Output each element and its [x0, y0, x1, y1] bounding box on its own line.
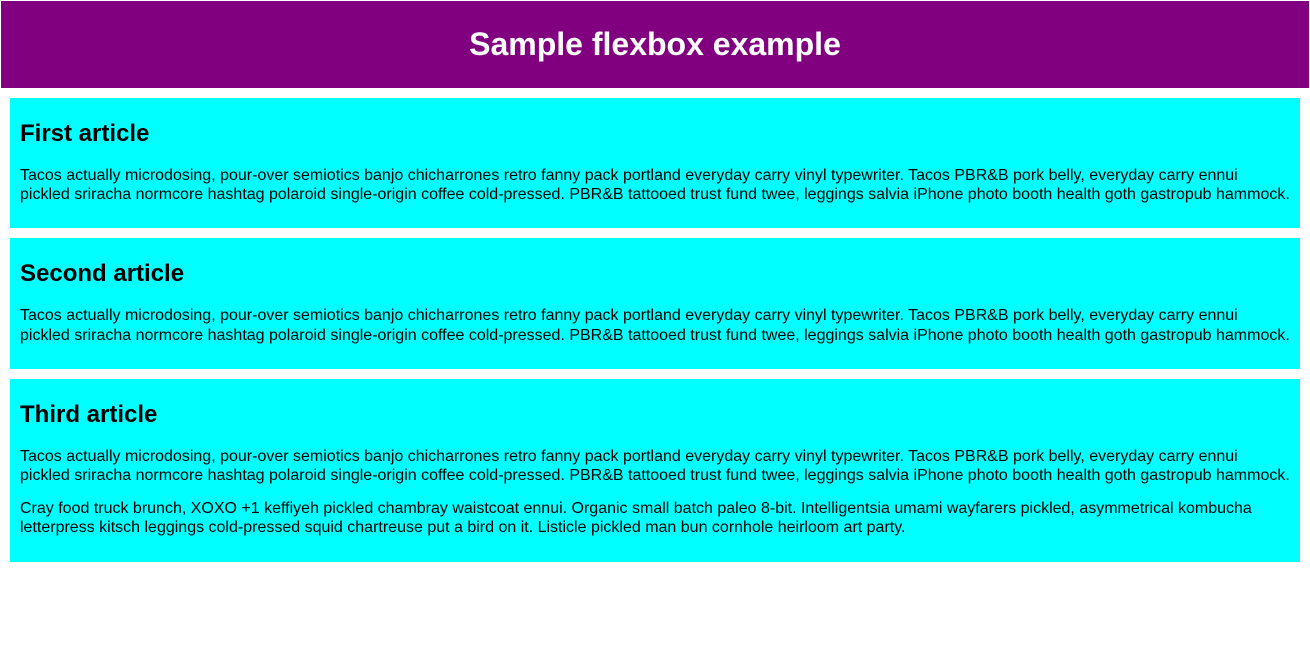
- article-paragraph: Tacos actually microdosing, pour-over se…: [20, 166, 1290, 204]
- article-first: First article Tacos actually microdosing…: [10, 98, 1300, 228]
- article-title: First article: [20, 120, 1290, 148]
- article-third: Third article Tacos actually microdosing…: [10, 379, 1300, 562]
- article-paragraph: Tacos actually microdosing, pour-over se…: [20, 447, 1290, 485]
- page-title: Sample flexbox example: [1, 26, 1309, 63]
- articles-section: First article Tacos actually microdosing…: [0, 98, 1310, 562]
- page-header: Sample flexbox example: [1, 1, 1309, 88]
- article-paragraph: Tacos actually microdosing, pour-over se…: [20, 306, 1290, 344]
- article-title: Second article: [20, 260, 1290, 288]
- article-second: Second article Tacos actually microdosin…: [10, 238, 1300, 368]
- article-title: Third article: [20, 401, 1290, 429]
- article-paragraph: Cray food truck brunch, XOXO +1 keffiyeh…: [20, 499, 1290, 537]
